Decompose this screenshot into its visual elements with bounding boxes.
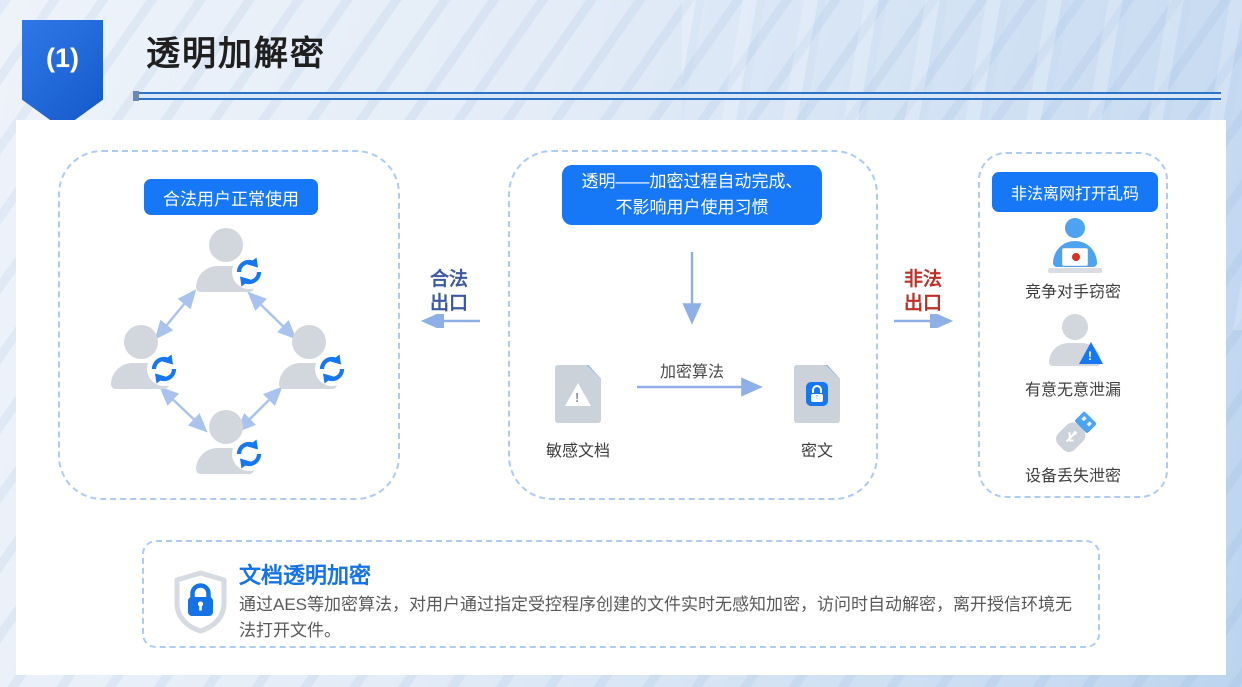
process-label-line2: 不影响用户使用习惯 [616,195,769,221]
algorithm-label: 加密算法 [642,358,742,382]
sensitive-document-icon: ! [555,365,601,423]
summary-box: 文档透明加密 通过AES等加密算法，对用户通过指定受控程序创建的文件实时无感知加… [142,540,1100,648]
illegal-open-label-text: 非法离网打开乱码 [1011,180,1139,204]
cipher-document-label: 密文 [794,437,840,461]
user-icon-left [111,325,175,389]
person-warning-icon: ! [1047,314,1103,366]
sync-icon [147,352,181,386]
cipher-document-icon: ↑ [794,365,840,423]
user-icon-top [196,228,260,292]
lock-icon: ↑ [806,382,828,406]
legal-users-box: 合法用户正常使用 [58,150,400,500]
laptop-icon [1062,248,1088,266]
illegal-open-label: 非法离网打开乱码 [992,172,1158,212]
legal-users-label: 合法用户正常使用 [144,179,318,215]
legal-exit-arrow [418,314,482,328]
sensitive-document-label: 敏感文档 [536,437,620,461]
illegal-open-box: 非法离网打开乱码 竞争对手窃密 ! 有意无意泄漏 [978,152,1168,498]
competitor-label: 竞争对手窃密 [980,278,1166,302]
leak-label: 有意无意泄漏 [980,376,1166,400]
title-underline [133,92,1221,100]
warning-triangle-icon: ! [1079,342,1103,364]
summary-description: 通过AES等加密算法，对用户通过指定受控程序创建的文件实时无感知加密，访问时自动… [239,592,1075,644]
process-label: 透明——加密过程自动完成、 不影响用户使用习惯 [562,165,822,225]
warning-triangle-icon: ! [565,383,591,406]
sync-icon [232,437,266,471]
user-icon-bottom [196,410,260,474]
desk-bar [1048,268,1102,273]
document-fold [587,365,601,379]
sync-icon [232,255,266,289]
usb-label: 设备丢失泄密 [980,462,1166,486]
user-icon-right [279,325,343,389]
legal-exit-line2: 出口 [418,292,480,316]
section-number: (1) [46,43,79,73]
lock-body: ↑ [811,394,823,402]
legal-exit-label: 合法 出口 [418,268,480,316]
process-box: 透明——加密过程自动完成、 不影响用户使用习惯 加密算法 ! 敏感文档 ↑ [508,150,878,500]
shield-lock-icon [172,570,229,634]
sync-icon [315,352,349,386]
legal-exit-line1: 合法 [418,268,480,292]
document-fold [826,365,840,379]
lock-shackle [812,385,822,393]
illegal-exit-line2: 出口 [892,292,954,316]
skull-icon [1072,253,1080,261]
page-title: 透明加解密 [146,26,326,75]
spy-head [1065,218,1085,238]
summary-title: 文档透明加密 [239,558,371,590]
usb-drive-icon [1048,406,1102,460]
competitor-laptop-icon [1047,218,1103,274]
illegal-exit-label: 非法 出口 [892,268,954,316]
illegal-exit-line1: 非法 [892,268,954,292]
process-label-line1: 透明——加密过程自动完成、 [582,169,803,195]
legal-users-label-text: 合法用户正常使用 [163,185,299,210]
leak-head [1062,314,1088,340]
illegal-exit-arrow [892,314,956,328]
slide: (1) 透明加解密 合法用户正常使用 [0,0,1242,687]
